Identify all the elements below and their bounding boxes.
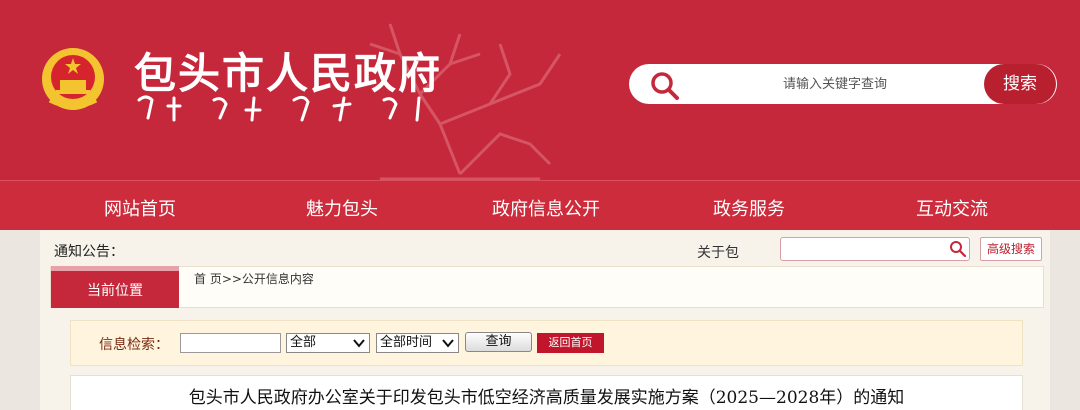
query-label: 信息检索： (99, 337, 169, 353)
site-header: 包头市人民政府 搜索 (0, 0, 1080, 180)
article-title: 包头市人民政府办公室关于印发包头市低空经济高质量发展实施方案（2025—2028… (188, 388, 905, 408)
nav-item-gov-services[interactable]: 政务服务 (713, 195, 785, 221)
nav-item-charm-baotou[interactable]: 魅力包头 (306, 195, 378, 221)
chevron-down-icon (353, 339, 365, 348)
nav-item-home[interactable]: 网站首页 (104, 195, 176, 221)
time-select-value: 全部时间 (380, 335, 433, 350)
time-select[interactable]: 全部时间 (376, 333, 459, 353)
search-input[interactable] (700, 70, 970, 98)
query-button[interactable]: 查询 (465, 332, 532, 352)
chevron-down-icon (442, 339, 454, 348)
search-icon[interactable] (949, 240, 967, 258)
nav-item-gov-info[interactable]: 政府信息公开 (492, 195, 600, 221)
category-select-value: 全部 (290, 335, 317, 350)
breadcrumb[interactable]: 首 页>>公开信息内容 (194, 270, 314, 287)
notice-label: 通知公告： (54, 244, 124, 260)
search-icon[interactable] (650, 71, 680, 101)
nav-item-interaction[interactable]: 互动交流 (916, 195, 988, 221)
mongolian-script-title (137, 95, 421, 122)
query-input[interactable] (180, 333, 281, 353)
national-emblem-icon (42, 48, 104, 110)
advanced-search-button[interactable]: 高级搜索 (980, 237, 1042, 261)
location-tab: 当前位置 (51, 271, 179, 308)
back-home-button[interactable]: 返回首页 (537, 333, 604, 353)
search-button[interactable]: 搜索 (984, 64, 1056, 104)
notice-ticker[interactable]: 关于包 (697, 242, 739, 262)
small-search-input[interactable] (780, 237, 970, 261)
category-select[interactable]: 全部 (286, 333, 370, 353)
main-nav: 网站首页 魅力包头 政府信息公开 政务服务 互动交流 (0, 180, 1080, 230)
